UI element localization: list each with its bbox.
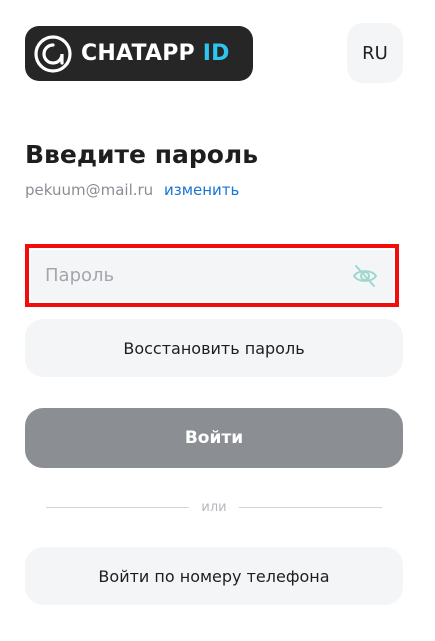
- divider-line-left: [46, 506, 190, 508]
- password-input[interactable]: [45, 265, 351, 286]
- eye-off-icon[interactable]: [351, 262, 379, 290]
- divider-text: или: [201, 499, 227, 515]
- phone-login-button[interactable]: Войти по номеру телефона: [25, 547, 403, 605]
- chatapp-logo-icon: [34, 34, 72, 73]
- login-page: CHATAPP ID RU Введите пароль pekuum@mail…: [0, 0, 435, 641]
- password-field[interactable]: [31, 250, 393, 301]
- page-title: Введите пароль: [25, 140, 259, 169]
- change-email-link[interactable]: изменить: [164, 181, 239, 199]
- logo-text: CHATAPP ID: [81, 41, 230, 66]
- login-button[interactable]: Войти: [25, 408, 403, 468]
- language-button[interactable]: RU: [347, 23, 403, 83]
- email-text: pekuum@mail.ru: [25, 181, 154, 199]
- logo-text-accent: ID: [202, 41, 230, 66]
- chatapp-logo: CHATAPP ID: [25, 26, 253, 81]
- or-divider: или: [46, 497, 382, 517]
- logo-text-main: CHATAPP: [81, 41, 195, 66]
- restore-password-button[interactable]: Восстановить пароль: [25, 319, 403, 377]
- divider-line-right: [238, 506, 382, 508]
- email-row: pekuum@mail.ru изменить: [25, 181, 239, 199]
